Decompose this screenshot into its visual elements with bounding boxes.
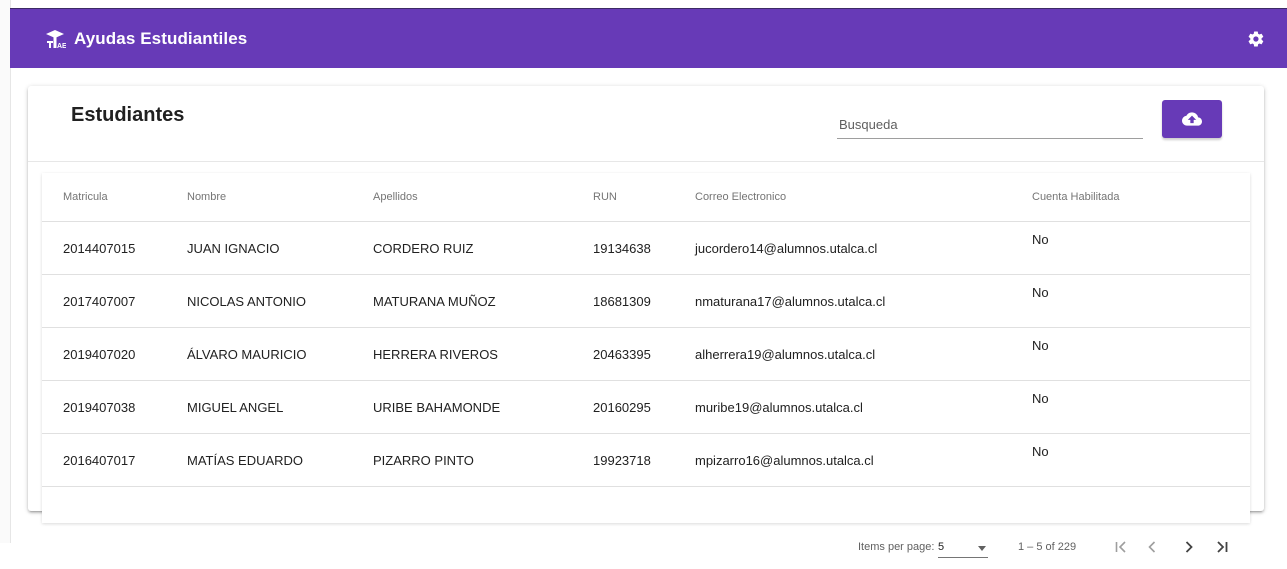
cell-matricula: 2017407007 (42, 274, 187, 328)
cell-apellidos: MATURANA MUÑOZ (373, 274, 593, 328)
gear-icon (1248, 30, 1264, 47)
cell-matricula: 2016407017 (42, 433, 187, 487)
cell-run: 20463395 (593, 327, 695, 381)
table-row[interactable]: 2017407007 NICOLAS ANTONIO MATURANA MUÑO… (42, 274, 1250, 328)
last-page-button[interactable] (1210, 535, 1234, 559)
cell-correo: mpizarro16@alumnos.utalca.cl (695, 433, 1032, 487)
search-input[interactable] (837, 110, 1143, 139)
previous-page-button[interactable] (1140, 535, 1164, 559)
cell-apellidos: PIZARRO PINTO (373, 433, 593, 487)
cell-nombre: JUAN IGNACIO (187, 221, 373, 275)
cell-run: 19134638 (593, 221, 695, 275)
cell-run: 20160295 (593, 380, 695, 434)
cell-cuenta-habilitada: No (1032, 380, 1250, 434)
students-table-container: Matricula Nombre Apellidos RUN Correo El… (42, 173, 1250, 558)
cell-correo: muribe19@alumnos.utalca.cl (695, 380, 1032, 434)
cell-cuenta-habilitada: No (1032, 274, 1250, 328)
cell-correo: jucordero14@alumnos.utalca.cl (695, 221, 1032, 275)
upload-button[interactable] (1162, 100, 1222, 138)
column-header-matricula[interactable]: Matricula (42, 173, 187, 222)
cell-matricula: 2019407038 (42, 380, 187, 434)
column-header-cuenta-habilitada[interactable]: Cuenta Habilitada (1032, 173, 1250, 222)
cell-cuenta-habilitada: No (1032, 221, 1250, 275)
cell-correo: alherrera19@alumnos.utalca.cl (695, 327, 1032, 381)
students-table: Matricula Nombre Apellidos RUN Correo El… (42, 173, 1250, 487)
paginator: Items per page: 5 1 – 5 of 229 (42, 523, 1250, 569)
table-row[interactable]: 2019407038 MIGUEL ANGEL URIBE BAHAMONDE … (42, 380, 1250, 434)
graduation-cap-logo-icon: AE (44, 28, 67, 50)
table-row[interactable]: 2014407015 JUAN IGNACIO CORDERO RUIZ 191… (42, 221, 1250, 275)
page-title: Estudiantes (71, 104, 185, 126)
table-row[interactable]: 2019407020 ÁLVARO MAURICIO HERRERA RIVER… (42, 327, 1250, 381)
last-page-icon (1217, 541, 1228, 553)
cell-apellidos: URIBE BAHAMONDE (373, 380, 593, 434)
cell-apellidos: CORDERO RUIZ (373, 221, 593, 275)
cell-cuenta-habilitada: No (1032, 327, 1250, 381)
app-title: Ayudas Estudiantiles (74, 28, 248, 48)
first-page-button[interactable] (1109, 535, 1133, 559)
cell-nombre: ÁLVARO MAURICIO (187, 327, 373, 381)
settings-button[interactable] (1245, 28, 1267, 50)
column-header-correo[interactable]: Correo Electronico (695, 173, 1032, 222)
cell-nombre: MIGUEL ANGEL (187, 380, 373, 434)
students-card: Estudiantes Matricula Nombre Apellidos R… (28, 86, 1264, 558)
svg-text:AE: AE (57, 43, 66, 50)
app-toolbar: AE Ayudas Estudiantiles (10, 8, 1287, 68)
brand[interactable]: AE Ayudas Estudiantiles (44, 28, 247, 50)
table-header-row: Matricula Nombre Apellidos RUN Correo El… (42, 173, 1250, 222)
items-per-page-select[interactable]: 5 (938, 537, 988, 558)
next-page-button[interactable] (1177, 535, 1201, 559)
column-header-run[interactable]: RUN (593, 173, 695, 222)
dropdown-arrow-icon (978, 546, 986, 551)
cell-apellidos: HERRERA RIVEROS (373, 327, 593, 381)
cell-cuenta-habilitada: No (1032, 433, 1250, 487)
cell-run: 19923718 (593, 433, 695, 487)
column-header-apellidos[interactable]: Apellidos (373, 173, 593, 222)
cell-nombre: NICOLAS ANTONIO (187, 274, 373, 328)
cell-run: 18681309 (593, 274, 695, 328)
chevron-right-icon (1185, 541, 1193, 553)
cell-matricula: 2014407015 (42, 221, 187, 275)
card-divider (28, 161, 1264, 162)
cell-matricula: 2019407020 (42, 327, 187, 381)
cell-correo: nmaturana17@alumnos.utalca.cl (695, 274, 1032, 328)
chevron-left-icon (1148, 541, 1156, 553)
column-header-nombre[interactable]: Nombre (187, 173, 373, 222)
cell-nombre: MATÍAS EDUARDO (187, 433, 373, 487)
left-edge (0, 0, 11, 543)
first-page-icon (1115, 541, 1126, 553)
table-row[interactable]: 2016407017 MATÍAS EDUARDO PIZARRO PINTO … (42, 433, 1250, 487)
cloud-upload-icon (1182, 112, 1202, 126)
